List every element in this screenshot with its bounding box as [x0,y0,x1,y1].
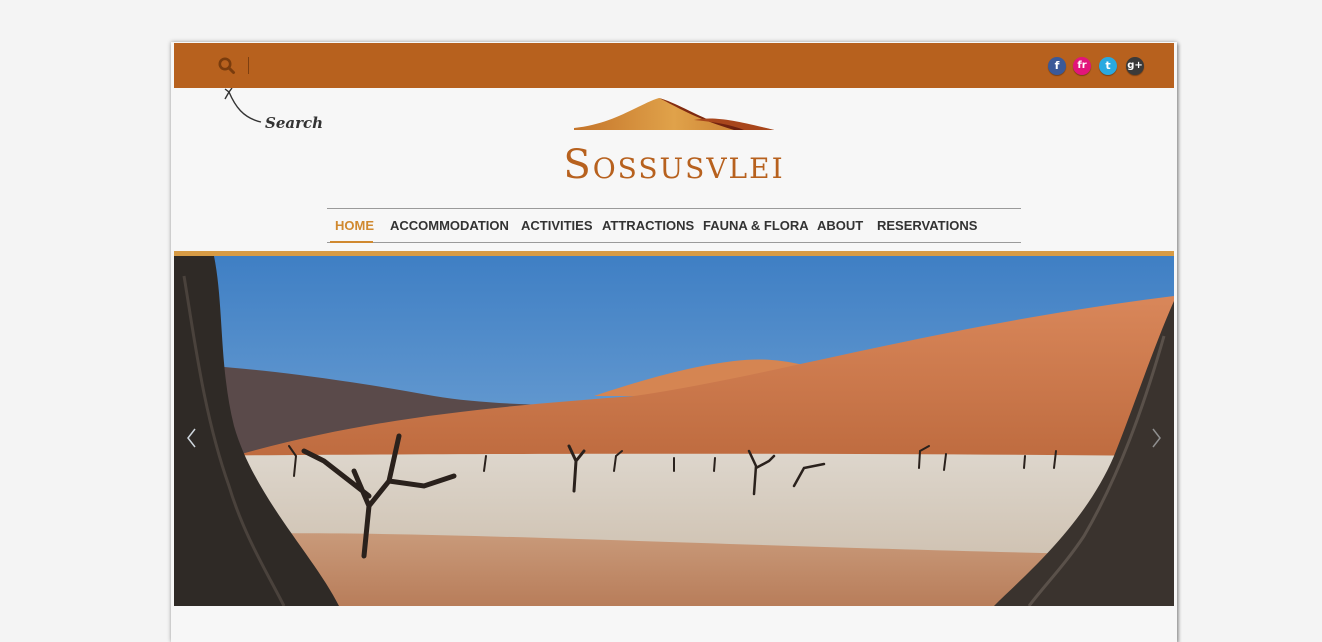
chevron-left-icon[interactable] [184,426,200,450]
site-logo-text: Sossusvlei [563,142,785,188]
nav-item-fauna-flora[interactable]: FAUNA & FLORA [703,209,809,242]
dune-logo-icon [574,98,774,130]
main-nav: HOME ACCOMMODATION ACTIVITIES ATTRACTION… [327,208,1021,243]
google-plus-icon[interactable]: g+ [1126,57,1144,75]
site-logo[interactable]: Sossusvlei [544,94,804,194]
search-hint-label: Search [265,114,324,132]
nav-item-activities[interactable]: ACTIVITIES [521,209,593,242]
nav-item-about[interactable]: ABOUT [817,209,863,242]
chevron-right-icon[interactable] [1148,426,1164,450]
page-frame: f fr t g+ Search Sossusvlei HOME ACCOMMO… [171,42,1177,642]
nav-item-reservations[interactable]: RESERVATIONS [877,209,977,242]
search-input[interactable] [254,53,518,79]
nav-item-accommodation[interactable]: ACCOMMODATION [390,209,509,242]
search-divider [248,57,249,74]
hero-slider[interactable] [174,256,1174,606]
nav-active-underline [330,241,373,243]
twitter-icon[interactable]: t [1099,57,1117,75]
nav-item-label: HOME [335,218,374,233]
nav-item-home[interactable]: HOME [330,209,374,243]
hero-image [174,256,1174,606]
french-language-icon[interactable]: fr [1073,57,1091,75]
search-icon[interactable] [217,56,237,76]
facebook-icon[interactable]: f [1048,57,1066,75]
nav-item-attractions[interactable]: ATTRACTIONS [602,209,694,242]
top-bar: f fr t g+ [174,43,1174,88]
